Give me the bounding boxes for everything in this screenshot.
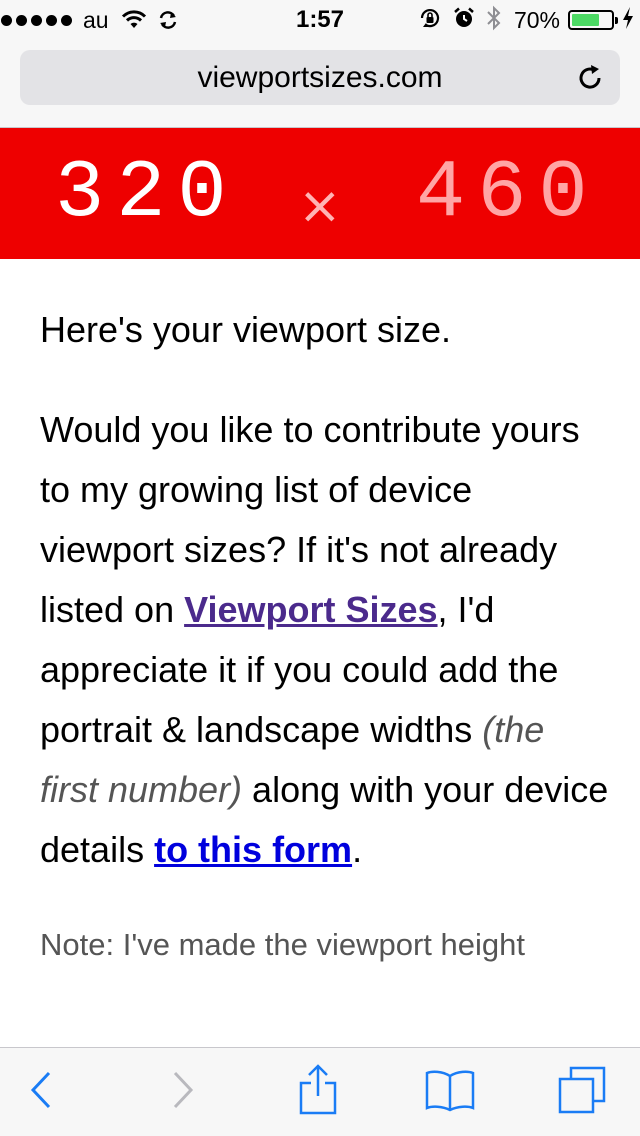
contribute-paragraph: Would you like to contribute yours to my… <box>40 400 610 880</box>
paragraph-text-4: . <box>352 829 363 870</box>
page-content: Here's your viewport size. Would you lik… <box>40 300 610 970</box>
address-bar[interactable]: viewportsizes.com <box>20 50 620 105</box>
form-link[interactable]: to this form <box>154 829 352 870</box>
back-button[interactable] <box>2 1048 82 1136</box>
bookmarks-button[interactable] <box>410 1048 490 1136</box>
status-right: 70% <box>408 0 634 40</box>
tabs-button[interactable] <box>542 1048 622 1136</box>
battery-icon <box>568 10 618 30</box>
viewport-size-banner: 320 × 460 <box>0 128 640 259</box>
battery-percent: 70% <box>513 7 560 33</box>
forward-icon <box>169 1070 195 1115</box>
rotation-lock-icon <box>418 6 442 35</box>
intro-text: Here's your viewport size. <box>40 309 452 350</box>
bookmarks-icon <box>424 1068 476 1117</box>
viewport-width: 320 <box>55 147 239 240</box>
back-icon <box>29 1070 55 1115</box>
viewport-sizes-link[interactable]: Viewport Sizes <box>184 589 437 630</box>
reload-icon[interactable] <box>574 62 606 94</box>
url-text[interactable]: viewportsizes.com <box>20 50 620 105</box>
share-icon <box>297 1064 339 1121</box>
browser-chrome: viewportsizes.com <box>0 40 640 128</box>
share-button[interactable] <box>278 1048 358 1136</box>
alarm-icon <box>452 6 476 35</box>
bottom-toolbar <box>0 1047 640 1136</box>
charging-icon <box>622 6 634 34</box>
note-text: Note: I've made the viewport height <box>40 927 525 962</box>
tabs-icon <box>557 1065 607 1120</box>
viewport-height: 460 <box>416 147 600 240</box>
viewport-separator: × <box>298 176 342 236</box>
bluetooth-icon <box>486 4 502 37</box>
battery-level <box>572 14 599 26</box>
status-bar: au 1:57 70% <box>0 0 640 40</box>
forward-button[interactable] <box>142 1048 222 1136</box>
